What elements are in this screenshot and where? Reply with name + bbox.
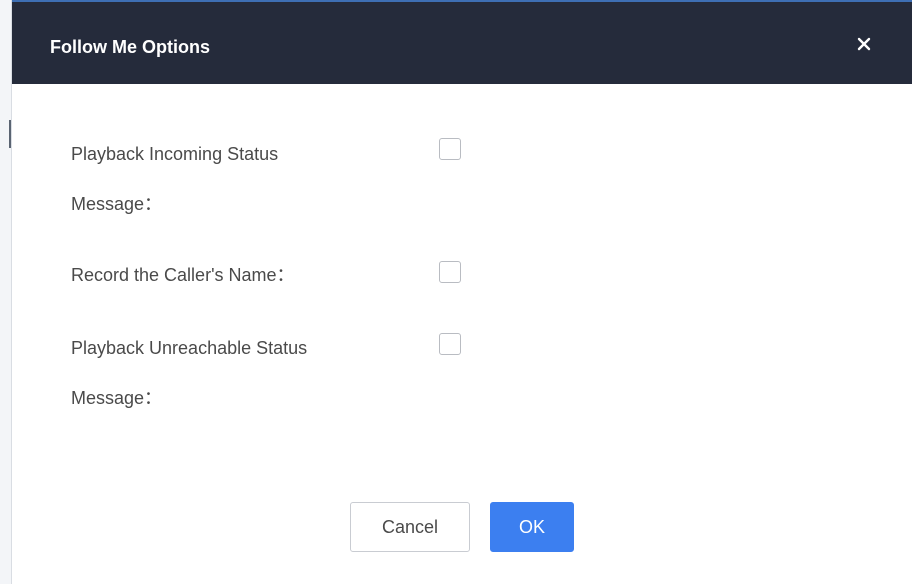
- record-callers-name-label: Record the Caller's Name：: [71, 265, 295, 285]
- background-page-edge: [0, 0, 12, 584]
- playback-incoming-status-label-line1: Playback Incoming Status: [71, 144, 279, 164]
- close-button[interactable]: [850, 30, 878, 58]
- playback-incoming-status-label-line2: Message：: [71, 194, 163, 214]
- page: Follow Me Options Playback Incoming Stat…: [0, 0, 912, 584]
- playback-incoming-status-checkbox[interactable]: [439, 138, 461, 160]
- playback-unreachable-status-label-line2: Message：: [71, 388, 163, 408]
- record-callers-name-checkbox[interactable]: [439, 261, 461, 283]
- cancel-button[interactable]: Cancel: [350, 502, 470, 552]
- background-divider: [9, 120, 11, 148]
- follow-me-options-dialog: Follow Me Options Playback Incoming Stat…: [12, 0, 912, 584]
- playback-unreachable-status-checkbox[interactable]: [439, 333, 461, 355]
- dialog-header: Follow Me Options: [12, 0, 912, 84]
- playback-unreachable-status-label-line1: Playback Unreachable Status: [71, 338, 308, 358]
- close-icon: [857, 37, 871, 51]
- dialog-title: Follow Me Options: [50, 37, 210, 57]
- ok-button[interactable]: OK: [490, 502, 574, 552]
